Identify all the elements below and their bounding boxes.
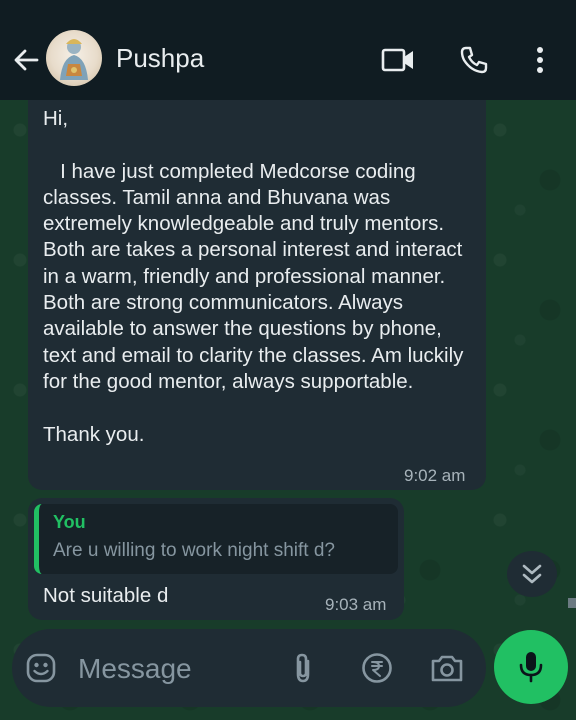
rupee-payment-icon (362, 653, 392, 683)
chat-header: Pushpa (0, 0, 576, 100)
back-arrow-icon (14, 49, 39, 71)
avatar[interactable] (46, 30, 102, 86)
avatar-figure-icon (60, 39, 88, 80)
attach-button[interactable] (284, 649, 322, 687)
message-time: 9:02 am (404, 466, 466, 485)
voice-call-button[interactable] (454, 40, 494, 80)
message-input[interactable] (76, 647, 280, 691)
chat-area[interactable]: Hi, I have just completed Medcorse codin… (0, 100, 576, 720)
quoted-sender: You (53, 512, 86, 532)
message-text: Hi, I have just completed Medcorse codin… (43, 107, 464, 446)
emoji-icon (26, 653, 56, 683)
camera-icon (431, 655, 463, 682)
quoted-text: Are u willing to work night shift d? (53, 540, 335, 561)
contact-name[interactable]: Pushpa (116, 42, 204, 74)
emoji-button[interactable] (22, 649, 60, 687)
more-options-icon (537, 47, 543, 73)
scroll-to-bottom-button[interactable] (507, 551, 557, 597)
message-composer (12, 629, 486, 707)
reply-message-bubble[interactable]: You Are u willing to work night shift d?… (28, 498, 404, 620)
voice-call-icon (460, 46, 488, 74)
message-text: Not suitable d (43, 584, 169, 607)
mic-icon (519, 652, 543, 683)
more-options-button[interactable] (520, 40, 560, 80)
scroll-indicator (568, 598, 576, 608)
attach-icon (296, 653, 310, 683)
voice-message-button[interactable] (494, 630, 568, 704)
back-button[interactable] (8, 42, 44, 78)
video-call-button[interactable] (378, 40, 418, 80)
video-call-icon (381, 48, 413, 72)
double-chevron-down-icon (522, 564, 542, 584)
camera-button[interactable] (428, 649, 466, 687)
message-time: 9:03 am (325, 595, 387, 614)
quoted-message[interactable]: You Are u willing to work night shift d? (34, 504, 398, 574)
payment-button[interactable] (358, 649, 396, 687)
message-bubble[interactable]: Hi, I have just completed Medcorse codin… (28, 100, 486, 490)
